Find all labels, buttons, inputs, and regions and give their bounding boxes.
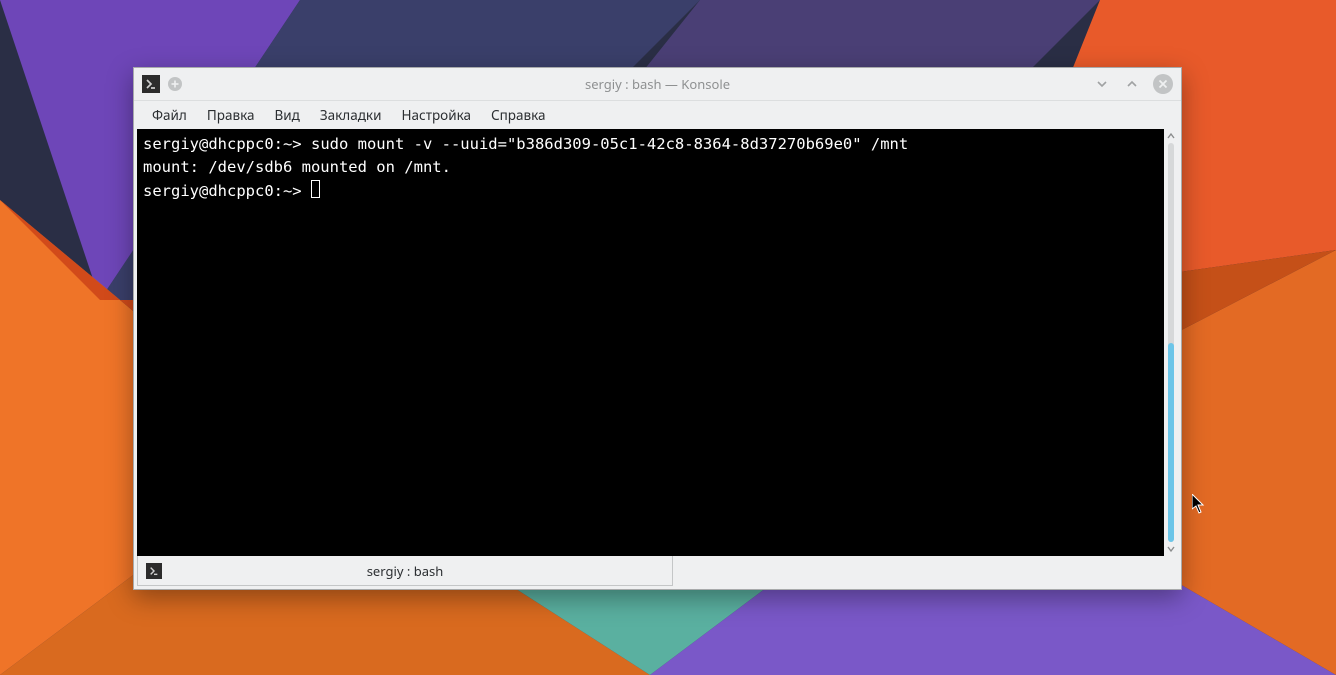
titlebar[interactable]: sergiy : bash — Konsole xyxy=(134,68,1181,101)
menu-view[interactable]: Вид xyxy=(264,103,309,127)
konsole-window: sergiy : bash — Konsole Файл Правка Вид … xyxy=(133,67,1182,590)
menu-settings[interactable]: Настройка xyxy=(392,103,481,127)
app-icon xyxy=(142,75,160,93)
tab-active[interactable]: sergiy : bash xyxy=(137,556,673,586)
menu-help[interactable]: Справка xyxy=(481,103,556,127)
new-tab-icon[interactable] xyxy=(168,77,182,91)
window-title: sergiy : bash — Konsole xyxy=(134,75,1181,93)
prompt: sergiy@dhcppc0:~> xyxy=(143,182,311,200)
scroll-track[interactable] xyxy=(1168,143,1174,542)
minimize-button[interactable] xyxy=(1093,75,1111,93)
menu-edit[interactable]: Правка xyxy=(197,103,265,127)
output-line: mount: /dev/sdb6 mounted on /mnt. xyxy=(143,158,451,176)
command-text: sudo mount -v --uuid="b386d309-05c1-42c8… xyxy=(311,135,908,153)
close-button[interactable] xyxy=(1153,74,1173,94)
tab-label: sergiy : bash xyxy=(138,562,672,580)
menubar: Файл Правка Вид Закладки Настройка Справ… xyxy=(134,101,1181,129)
scrollbar[interactable] xyxy=(1164,129,1178,556)
menu-bookmarks[interactable]: Закладки xyxy=(310,103,392,127)
tabbar: sergiy : bash xyxy=(134,556,1181,589)
desktop: sergiy : bash — Konsole Файл Правка Вид … xyxy=(0,0,1336,675)
tab-terminal-icon xyxy=(146,563,162,579)
prompt: sergiy@dhcppc0:~> xyxy=(143,135,311,153)
maximize-button[interactable] xyxy=(1123,75,1141,93)
scroll-down-icon[interactable] xyxy=(1164,542,1178,556)
terminal-cursor xyxy=(311,180,320,198)
terminal-output[interactable]: sergiy@dhcppc0:~> sudo mount -v --uuid="… xyxy=(137,129,1164,556)
scroll-up-icon[interactable] xyxy=(1164,129,1178,143)
menu-file[interactable]: Файл xyxy=(142,103,197,127)
scroll-thumb[interactable] xyxy=(1168,343,1174,543)
